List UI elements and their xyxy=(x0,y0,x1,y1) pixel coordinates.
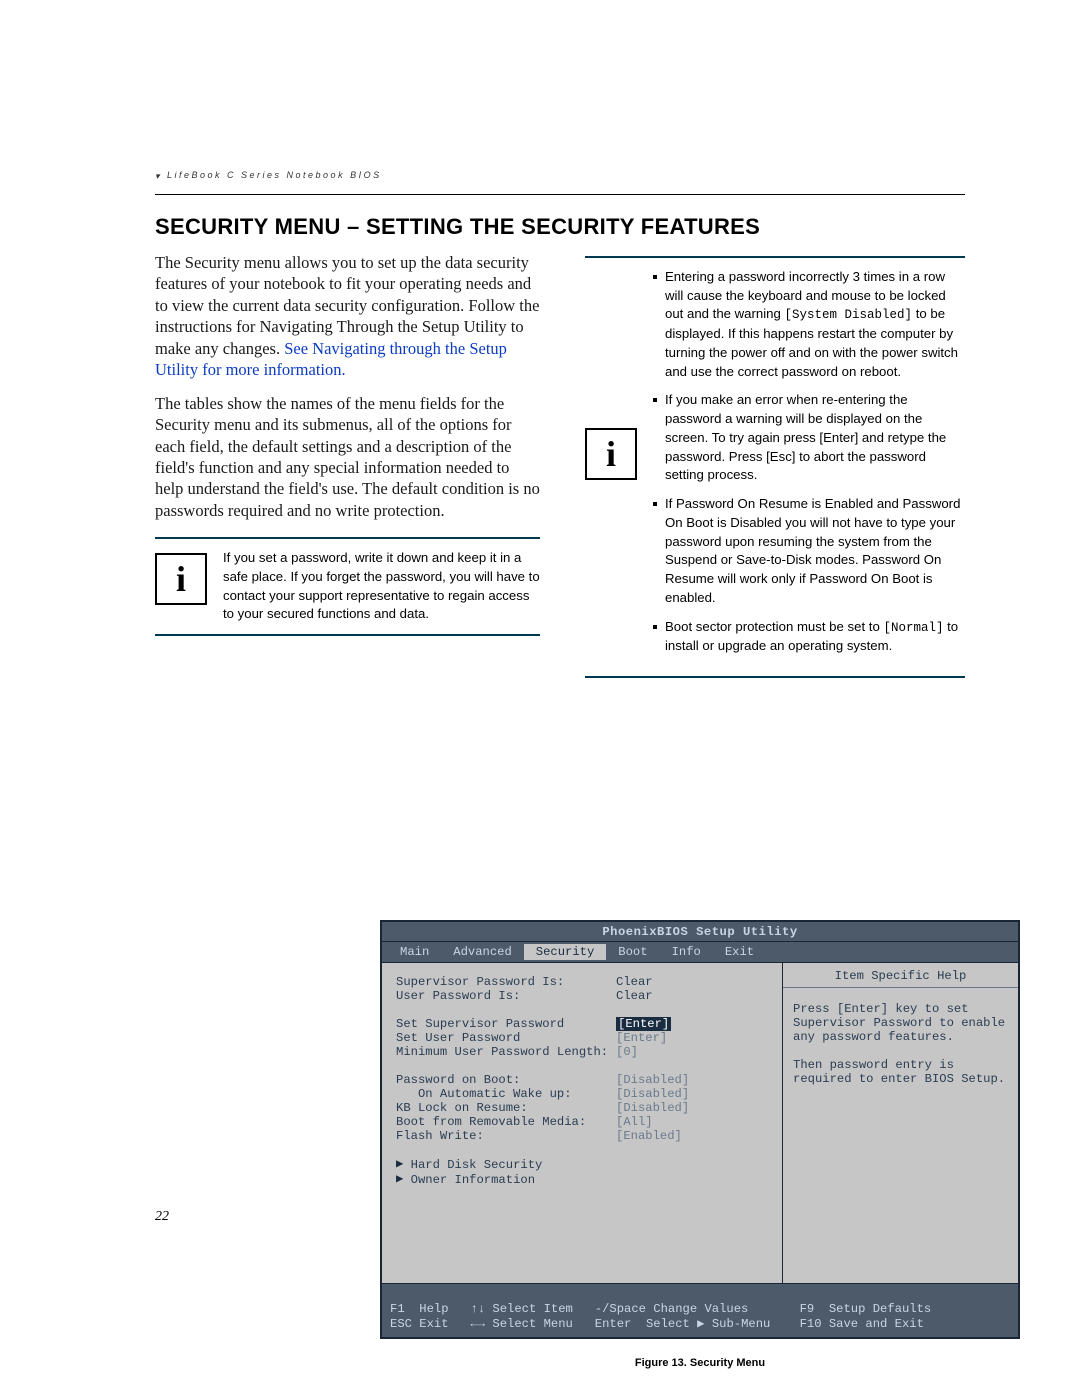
bios-footer-line2: ESC Exit ←→ Select Menu Enter Select ▶ S… xyxy=(390,1317,924,1331)
bios-footer: F1 Help ↑↓ Select Item -/Space Change Va… xyxy=(382,1283,1018,1337)
bios-field-label: On Automatic Wake up: xyxy=(396,1087,616,1101)
bios-footer-line1: F1 Help ↑↓ Select Item -/Space Change Va… xyxy=(390,1302,931,1316)
bios-field-row[interactable]: Set User Password[Enter] xyxy=(396,1031,774,1045)
note-block-right: i Entering a password incorrectly 3 time… xyxy=(585,256,965,678)
bios-field-value: [Disabled] xyxy=(616,1087,774,1101)
bios-field-label: Hard Disk Security xyxy=(411,1158,543,1172)
page-number: 22 xyxy=(155,1209,169,1225)
inline-code: [System Disabled] xyxy=(785,308,913,322)
note-rule-bottom xyxy=(155,634,540,636)
inline-code: [Normal] xyxy=(883,621,943,635)
note: i If you set a password, write it down a… xyxy=(155,549,540,624)
note-text: If you set a password, write it down and… xyxy=(223,549,540,624)
note-bullet: If you make an error when re-entering th… xyxy=(653,391,965,485)
note-rule-bottom-r xyxy=(585,676,965,678)
bios-field-label: Minimum User Password Length: xyxy=(396,1045,616,1059)
bios-field-value: [0] xyxy=(616,1045,774,1059)
running-head: ▾ LifeBook C Series Notebook BIOS xyxy=(155,170,382,180)
bios-screen: PhoenixBIOS Setup Utility MainAdvancedSe… xyxy=(380,920,1020,1339)
bios-menu-boot[interactable]: Boot xyxy=(606,944,659,960)
note-bullet-list: Entering a password incorrectly 3 times … xyxy=(653,268,965,666)
note-bullet-text: If Password On Resume is Enabled and Pas… xyxy=(665,496,960,605)
info-icon-glyph: i xyxy=(176,561,186,597)
intro-paragraph: The Security menu allows you to set up t… xyxy=(155,252,540,381)
manual-page: ▾ LifeBook C Series Notebook BIOS SECURIT… xyxy=(0,0,1080,1397)
note-rule-top xyxy=(155,537,540,539)
bios-menu-main[interactable]: Main xyxy=(388,944,441,960)
spacer xyxy=(396,1003,774,1017)
bios-field-row[interactable]: User Password Is:Clear xyxy=(396,989,774,1003)
bios-submenu-row[interactable]: ▶ Owner Information xyxy=(396,1172,774,1187)
bios-field-label: Flash Write: xyxy=(396,1129,616,1143)
spacer xyxy=(396,1059,774,1073)
info-icon-glyph: i xyxy=(606,436,616,472)
bios-menu-info[interactable]: Info xyxy=(660,944,713,960)
body-columns: The Security menu allows you to set up t… xyxy=(155,252,965,1337)
bios-titlebar: PhoenixBIOS Setup Utility xyxy=(382,922,1018,942)
submenu-arrow-icon: ▶ xyxy=(396,1171,403,1186)
header-rule xyxy=(155,194,965,195)
bios-field-label: Set User Password xyxy=(396,1031,616,1045)
note-bullet: Entering a password incorrectly 3 times … xyxy=(653,268,965,381)
bios-menu-exit[interactable]: Exit xyxy=(713,944,766,960)
bios-help-panel: Item Specific Help Press [Enter] key to … xyxy=(783,963,1018,1283)
page-title: SECURITY MENU – SETTING THE SECURITY FEA… xyxy=(155,214,760,240)
note-block-left: i If you set a password, write it down a… xyxy=(155,537,540,636)
left-column: The Security menu allows you to set up t… xyxy=(155,252,540,640)
bios-field-row[interactable]: Password on Boot:[Disabled] xyxy=(396,1073,774,1087)
bios-field-label: KB Lock on Resume: xyxy=(396,1101,616,1115)
submenu-arrow-icon: ▶ xyxy=(396,1156,403,1171)
note-bullet: Boot sector protection must be set to [N… xyxy=(653,618,965,656)
bios-field-row[interactable]: Set Supervisor Password[Enter] xyxy=(396,1017,774,1031)
bios-menu-security[interactable]: Security xyxy=(524,944,607,960)
bios-field-value: [Disabled] xyxy=(616,1101,774,1115)
bios-field-row[interactable]: KB Lock on Resume:[Disabled] xyxy=(396,1101,774,1115)
bios-field-label: Password on Boot: xyxy=(396,1073,616,1087)
note-bullet: If Password On Resume is Enabled and Pas… xyxy=(653,495,965,607)
note-right: i Entering a password incorrectly 3 time… xyxy=(585,268,965,666)
bios-field-label: Supervisor Password Is: xyxy=(396,975,616,989)
running-head-text: LifeBook C Series Notebook BIOS xyxy=(167,170,382,180)
bios-field-label: User Password Is: xyxy=(396,989,616,1003)
bios-help-text: Press [Enter] key to set Supervisor Pass… xyxy=(793,1002,1008,1086)
bios-menubar: MainAdvancedSecurityBootInfoExit xyxy=(382,942,1018,963)
tables-paragraph: The tables show the names of the menu fi… xyxy=(155,393,540,522)
bios-submenu-row[interactable]: ▶ Hard Disk Security xyxy=(396,1157,774,1172)
bios-field-value: Clear xyxy=(616,975,774,989)
note-bullet-text: Boot sector protection must be set to xyxy=(665,619,883,634)
bios-field-row[interactable]: Minimum User Password Length:[0] xyxy=(396,1045,774,1059)
info-icon: i xyxy=(585,428,637,480)
bios-field-value: [All] xyxy=(616,1115,774,1129)
note-rule-top-r xyxy=(585,256,965,258)
bios-field-value: [Enter] xyxy=(616,1031,774,1045)
bios-menu-advanced[interactable]: Advanced xyxy=(441,944,524,960)
right-column: i Entering a password incorrectly 3 time… xyxy=(585,252,965,682)
bios-body: Supervisor Password Is:ClearUser Passwor… xyxy=(382,963,1018,1283)
bios-field-row[interactable]: On Automatic Wake up:[Disabled] xyxy=(396,1087,774,1101)
bios-field-label: Set Supervisor Password xyxy=(396,1017,616,1031)
bios-field-value: Clear xyxy=(616,989,774,1003)
note-bullet-text: If you make an error when re-entering th… xyxy=(665,392,946,482)
bios-help-title: Item Specific Help xyxy=(783,969,1018,988)
bios-figure: PhoenixBIOS Setup Utility MainAdvancedSe… xyxy=(380,920,1020,1369)
bios-field-label: Owner Information xyxy=(411,1173,535,1187)
bios-field-value: [Enter] xyxy=(616,1017,671,1031)
bios-settings-panel: Supervisor Password Is:ClearUser Passwor… xyxy=(382,963,783,1283)
bios-field-value: [Disabled] xyxy=(616,1073,774,1087)
spacer xyxy=(396,1143,774,1157)
info-icon: i xyxy=(155,553,207,605)
bios-field-label: Boot from Removable Media: xyxy=(396,1115,616,1129)
bios-field-value: [Enabled] xyxy=(616,1129,774,1143)
bios-field-row[interactable]: Supervisor Password Is:Clear xyxy=(396,975,774,989)
bios-field-row[interactable]: Flash Write:[Enabled] xyxy=(396,1129,774,1143)
runhead-marker-icon: ▾ xyxy=(155,171,163,179)
bios-field-row[interactable]: Boot from Removable Media:[All] xyxy=(396,1115,774,1129)
figure-caption: Figure 13. Security Menu xyxy=(380,1357,1020,1369)
